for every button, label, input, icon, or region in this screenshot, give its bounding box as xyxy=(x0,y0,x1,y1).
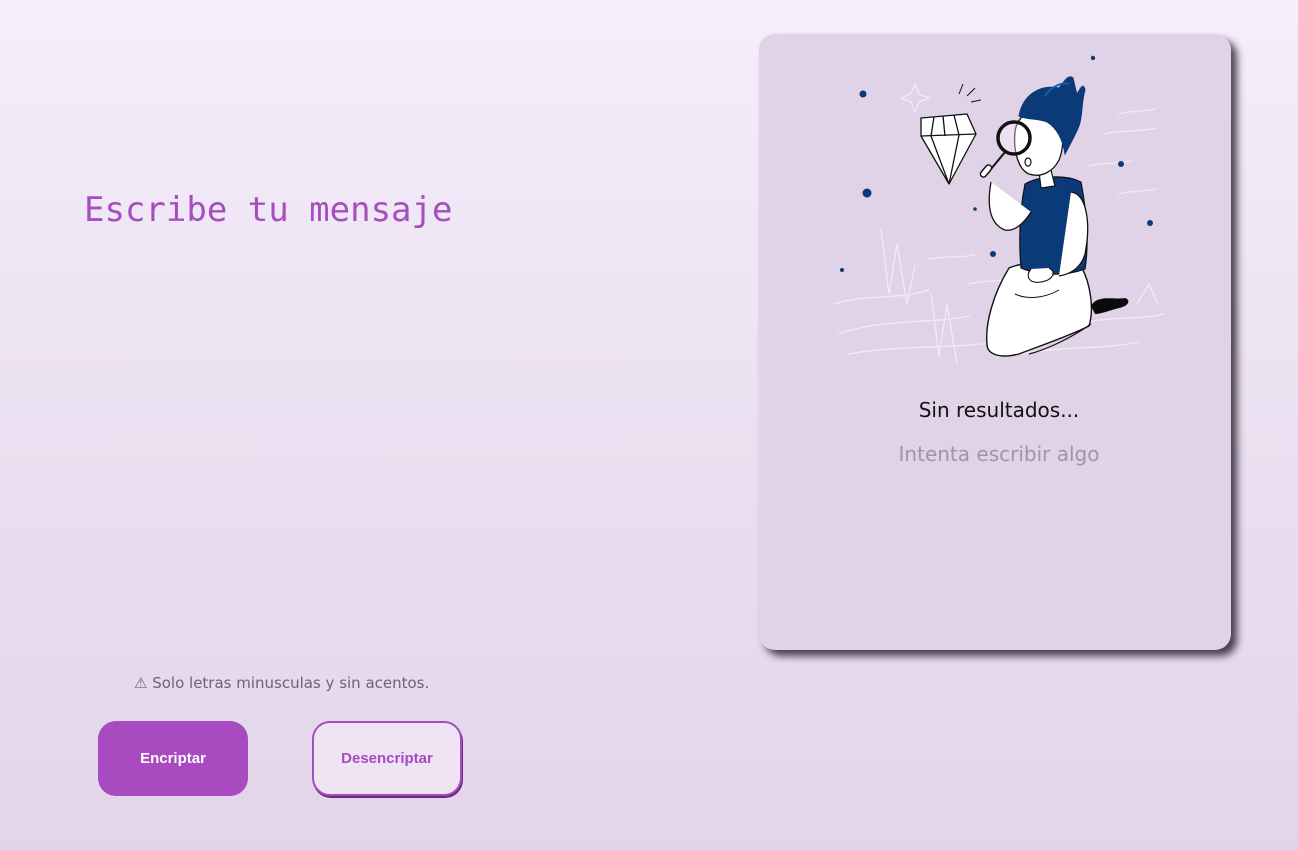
decrypt-button[interactable]: Desencriptar xyxy=(312,721,462,796)
no-results-title: Sin resultados... xyxy=(918,398,1080,422)
result-panel: Sin resultados... Intenta escribir algo xyxy=(759,34,1231,650)
searching-person-illustration xyxy=(833,55,1165,365)
warning-text: ⚠ Solo letras minusculas y sin acentos. xyxy=(134,674,430,692)
no-results-subtitle: Intenta escribir algo xyxy=(898,442,1100,466)
encrypt-button[interactable]: Encriptar xyxy=(98,721,248,796)
message-input[interactable] xyxy=(84,188,684,628)
